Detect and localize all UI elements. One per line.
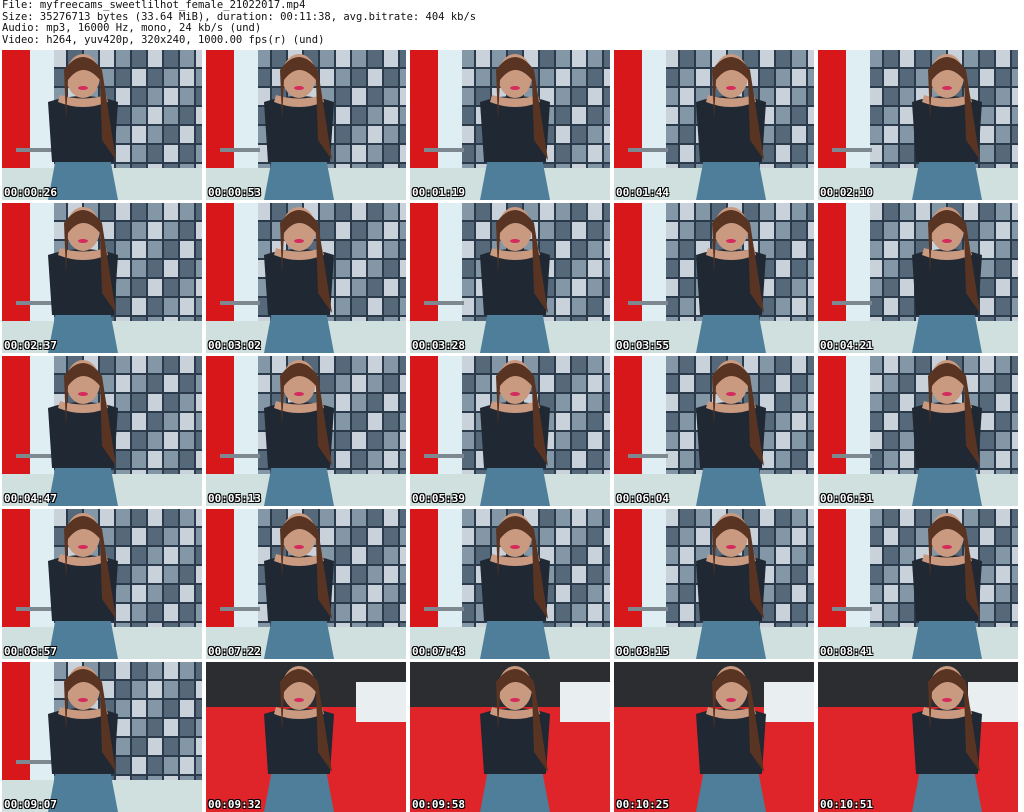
thumbnail-frame <box>614 662 814 812</box>
thumbnail-frame <box>2 509 202 659</box>
video-thumbnail: 00:04:47 <box>2 356 202 506</box>
thumbnail-frame <box>818 509 1018 659</box>
thumbnail-timestamp: 00:02:37 <box>4 339 57 352</box>
thumbnail-timestamp: 00:04:21 <box>820 339 873 352</box>
video-thumbnail: 00:09:32 <box>206 662 406 812</box>
thumbnail-timestamp: 00:06:04 <box>616 492 669 505</box>
thumbnail-timestamp: 00:08:41 <box>820 645 873 658</box>
thumbnail-timestamp: 00:09:58 <box>412 798 465 811</box>
video-thumbnail: 00:01:19 <box>410 50 610 200</box>
thumbnail-frame <box>818 356 1018 506</box>
video-thumbnail: 00:05:39 <box>410 356 610 506</box>
video-thumbnail: 00:04:21 <box>818 203 1018 353</box>
file-info-header: File: myfreecams_sweetlilhot_female_2102… <box>2 0 476 46</box>
thumbnail-timestamp: 00:02:10 <box>820 186 873 199</box>
thumbnail-timestamp: 00:05:13 <box>208 492 261 505</box>
video-thumbnail: 00:09:07 <box>2 662 202 812</box>
video-thumbnail: 00:03:28 <box>410 203 610 353</box>
video-thumbnail: 00:03:02 <box>206 203 406 353</box>
thumbnail-timestamp: 00:04:47 <box>4 492 57 505</box>
thumbnail-frame <box>410 356 610 506</box>
thumbnail-timestamp: 00:10:25 <box>616 798 669 811</box>
thumbnail-timestamp: 00:10:51 <box>820 798 873 811</box>
thumbnail-timestamp: 00:09:07 <box>4 798 57 811</box>
thumbnail-timestamp: 00:03:55 <box>616 339 669 352</box>
thumbnail-frame <box>206 662 406 812</box>
thumbnail-frame <box>2 50 202 200</box>
thumbnail-frame <box>614 203 814 353</box>
video-thumbnail: 00:06:31 <box>818 356 1018 506</box>
thumbnail-timestamp: 00:01:19 <box>412 186 465 199</box>
thumbnail-frame <box>410 50 610 200</box>
video-thumbnail: 00:06:57 <box>2 509 202 659</box>
thumbnail-timestamp: 00:05:39 <box>412 492 465 505</box>
thumbnail-frame <box>614 50 814 200</box>
thumbnail-frame <box>410 203 610 353</box>
video-thumbnail: 00:10:51 <box>818 662 1018 812</box>
thumbnail-frame <box>410 662 610 812</box>
video-thumbnail: 00:10:25 <box>614 662 814 812</box>
thumbnail-timestamp: 00:00:26 <box>4 186 57 199</box>
thumbnail-timestamp: 00:06:57 <box>4 645 57 658</box>
video-thumbnail: 00:09:58 <box>410 662 610 812</box>
thumbnail-frame <box>818 50 1018 200</box>
video-thumbnail: 00:02:10 <box>818 50 1018 200</box>
video-info-line: Video: h264, yuv420p, 320x240, 1000.00 f… <box>2 33 325 46</box>
thumbnail-frame <box>2 356 202 506</box>
thumbnail-timestamp: 00:07:22 <box>208 645 261 658</box>
video-thumbnail: 00:03:55 <box>614 203 814 353</box>
video-thumbnail: 00:01:44 <box>614 50 814 200</box>
video-thumbnail: 00:00:53 <box>206 50 406 200</box>
file-name-line: File: myfreecams_sweetlilhot_female_2102… <box>2 0 306 11</box>
video-thumbnail: 00:00:26 <box>2 50 202 200</box>
thumbnail-frame <box>206 356 406 506</box>
thumbnail-grid: 00:00:26 00:00:53 00:01:19 00:01:44 00:02:10… <box>2 50 1022 812</box>
video-thumbnail: 00:06:04 <box>614 356 814 506</box>
video-thumbnail: 00:07:22 <box>206 509 406 659</box>
thumbnail-frame <box>818 203 1018 353</box>
thumbnail-timestamp: 00:01:44 <box>616 186 669 199</box>
thumbnail-frame <box>2 662 202 812</box>
video-thumbnail: 00:05:13 <box>206 356 406 506</box>
thumbnail-timestamp: 00:07:48 <box>412 645 465 658</box>
thumbnail-frame <box>818 662 1018 812</box>
video-thumbnail: 00:07:48 <box>410 509 610 659</box>
thumbnail-timestamp: 00:06:31 <box>820 492 873 505</box>
thumbnail-frame <box>206 50 406 200</box>
video-thumbnail: 00:08:15 <box>614 509 814 659</box>
video-thumbnail: 00:08:41 <box>818 509 1018 659</box>
thumbnail-timestamp: 00:03:28 <box>412 339 465 352</box>
thumbnail-timestamp: 00:00:53 <box>208 186 261 199</box>
thumbnail-frame <box>410 509 610 659</box>
video-thumbnail: 00:02:37 <box>2 203 202 353</box>
thumbnail-timestamp: 00:08:15 <box>616 645 669 658</box>
thumbnail-frame <box>614 509 814 659</box>
thumbnail-frame <box>2 203 202 353</box>
thumbnail-timestamp: 00:03:02 <box>208 339 261 352</box>
thumbnail-timestamp: 00:09:32 <box>208 798 261 811</box>
thumbnail-frame <box>206 203 406 353</box>
thumbnail-frame <box>614 356 814 506</box>
thumbnail-frame <box>206 509 406 659</box>
